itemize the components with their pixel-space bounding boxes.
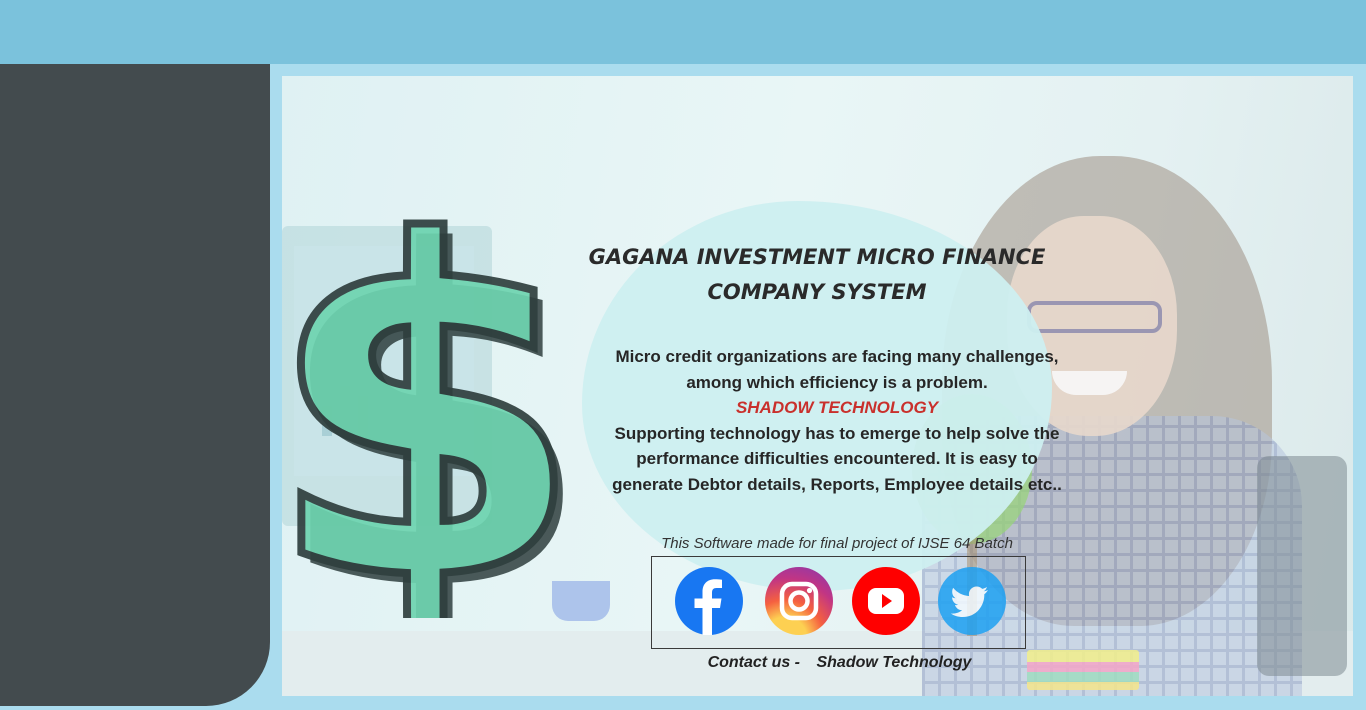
top-bar: [0, 0, 1366, 64]
intro-line1: Micro credit organizations are facing ma…: [615, 347, 1059, 366]
social-links: [651, 556, 1026, 649]
credit-text: This Software made for final project of …: [661, 535, 1013, 552]
twitter-icon[interactable]: [938, 567, 1006, 635]
contact-label: Contact us -: [707, 654, 801, 671]
background-chair: [1257, 456, 1347, 676]
main-content: $ $ GAGANA INVESTMENT MICRO FINANCE COMP…: [282, 76, 1353, 696]
svg-text:$: $: [282, 158, 585, 618]
contact-line: Contact us - Shadow Technology: [652, 654, 1027, 672]
facebook-icon[interactable]: [675, 567, 743, 635]
instagram-icon[interactable]: [765, 567, 833, 635]
brand-name: SHADOW TECHNOLOGY: [735, 398, 939, 417]
background-sticky-notes: [1027, 650, 1139, 690]
youtube-icon[interactable]: [852, 567, 920, 635]
dollar-sign-icon: $ $: [282, 158, 594, 618]
page-title-line1: GAGANA INVESTMENT MICRO FINANCE: [588, 245, 1046, 269]
intro-line3: Supporting technology has to emerge to h…: [614, 423, 1060, 443]
contact-link[interactable]: Shadow Technology: [816, 654, 971, 671]
page-title-line2: COMPANY SYSTEM: [707, 280, 927, 304]
intro-line4: performance difficulties encountered. It…: [636, 449, 1038, 468]
intro-text: Micro credit organizations are facing ma…: [587, 344, 1087, 497]
sidebar: [0, 64, 270, 706]
intro-line2: among which efficiency is a problem.: [686, 372, 988, 392]
intro-line5: generate Debtor details, Reports, Employ…: [612, 474, 1062, 494]
page-title: GAGANA INVESTMENT MICRO FINANCE COMPANY …: [572, 240, 1062, 310]
